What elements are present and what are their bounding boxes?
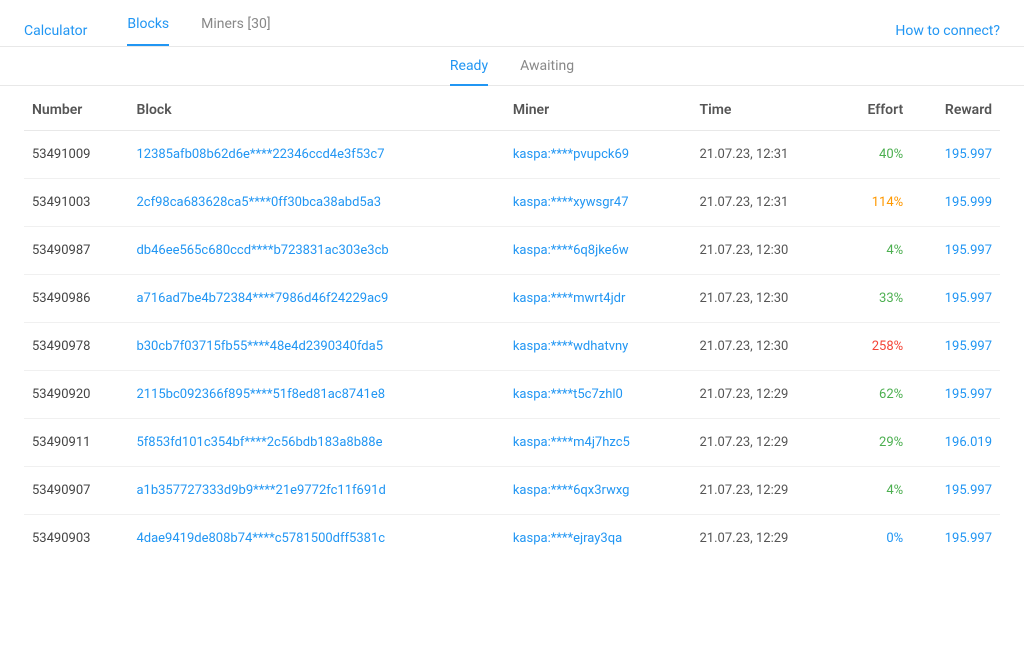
table-row: 53490903 4dae9419de808b74****c5781500dff… <box>24 515 1000 563</box>
cell-block-hash[interactable]: a716ad7be4b72384****7986d46f24229ac9 <box>128 275 504 323</box>
cell-effort: 258% <box>839 323 912 371</box>
secondary-tabs: Ready Awaiting <box>0 47 1024 86</box>
cell-miner[interactable]: kaspa:****6q8jke6w <box>505 227 692 275</box>
table-row: 53491009 12385afb08b62d6e****22346ccd4e3… <box>24 131 1000 179</box>
cell-block-hash[interactable]: 4dae9419de808b74****c5781500dff5381c <box>128 515 504 563</box>
cell-effort: 0% <box>839 515 912 563</box>
cell-reward: 196.019 <box>911 419 1000 467</box>
table-row: 53490987 db46ee565c680ccd****b723831ac30… <box>24 227 1000 275</box>
cell-number: 53491009 <box>24 131 128 179</box>
cell-reward: 195.997 <box>911 467 1000 515</box>
cell-block-hash[interactable]: b30cb7f03715fb55****48e4d2390340fda5 <box>128 323 504 371</box>
col-header-effort: Effort <box>839 86 912 131</box>
cell-reward: 195.997 <box>911 227 1000 275</box>
cell-time: 21.07.23, 12:29 <box>691 419 838 467</box>
cell-effort: 4% <box>839 467 912 515</box>
cell-number: 53490987 <box>24 227 128 275</box>
table-row: 53490978 b30cb7f03715fb55****48e4d239034… <box>24 323 1000 371</box>
blocks-table-container: Number Block Miner Time Effort Reward 53… <box>0 86 1024 562</box>
cell-effort: 40% <box>839 131 912 179</box>
how-to-connect-link[interactable]: How to connect? <box>895 23 1000 39</box>
cell-miner[interactable]: kaspa:****m4j7hzc5 <box>505 419 692 467</box>
cell-miner[interactable]: kaspa:****wdhatvny <box>505 323 692 371</box>
primary-tabs: Blocks Miners [30] <box>127 16 270 46</box>
cell-miner[interactable]: kaspa:****xywsgr47 <box>505 179 692 227</box>
cell-block-hash[interactable]: 12385afb08b62d6e****22346ccd4e3f53c7 <box>128 131 504 179</box>
tab-primary-miners[interactable]: Miners [30] <box>201 16 270 46</box>
cell-number: 53490907 <box>24 467 128 515</box>
col-header-time: Time <box>691 86 838 131</box>
cell-miner[interactable]: kaspa:****ejray3qa <box>505 515 692 563</box>
cell-number: 53490920 <box>24 371 128 419</box>
cell-number: 53491003 <box>24 179 128 227</box>
cell-reward: 195.997 <box>911 515 1000 563</box>
cell-block-hash[interactable]: a1b357727333d9b9****21e9772fc11f691d <box>128 467 504 515</box>
cell-time: 21.07.23, 12:29 <box>691 467 838 515</box>
cell-reward: 195.997 <box>911 131 1000 179</box>
cell-effort: 4% <box>839 227 912 275</box>
cell-effort: 62% <box>839 371 912 419</box>
cell-reward: 195.997 <box>911 371 1000 419</box>
cell-reward: 195.999 <box>911 179 1000 227</box>
cell-time: 21.07.23, 12:29 <box>691 515 838 563</box>
table-row: 53490911 5f853fd101c354bf****2c56bdb183a… <box>24 419 1000 467</box>
cell-block-hash[interactable]: 2115bc092366f895****51f8ed81ac8741e8 <box>128 371 504 419</box>
cell-miner[interactable]: kaspa:****t5c7zhl0 <box>505 371 692 419</box>
tab-primary-blocks[interactable]: Blocks <box>127 16 169 46</box>
blocks-table: Number Block Miner Time Effort Reward 53… <box>24 86 1000 562</box>
tab-secondary-ready[interactable]: Ready <box>450 48 488 86</box>
cell-number: 53490986 <box>24 275 128 323</box>
cell-miner[interactable]: kaspa:****pvupck69 <box>505 131 692 179</box>
cell-miner[interactable]: kaspa:****mwrt4jdr <box>505 275 692 323</box>
cell-reward: 195.997 <box>911 275 1000 323</box>
col-header-miner: Miner <box>505 86 692 131</box>
cell-miner[interactable]: kaspa:****6qx3rwxg <box>505 467 692 515</box>
table-row: 53491003 2cf98ca683628ca5****0ff30bca38a… <box>24 179 1000 227</box>
cell-effort: 114% <box>839 179 912 227</box>
tab-secondary-awaiting[interactable]: Awaiting <box>520 48 574 86</box>
col-header-reward: Reward <box>911 86 1000 131</box>
cell-reward: 195.997 <box>911 323 1000 371</box>
cell-time: 21.07.23, 12:30 <box>691 275 838 323</box>
col-header-block: Block <box>128 86 504 131</box>
calculator-link[interactable]: Calculator <box>24 23 87 39</box>
cell-number: 53490978 <box>24 323 128 371</box>
cell-time: 21.07.23, 12:29 <box>691 371 838 419</box>
cell-effort: 33% <box>839 275 912 323</box>
cell-effort: 29% <box>839 419 912 467</box>
cell-time: 21.07.23, 12:31 <box>691 131 838 179</box>
table-row: 53490986 a716ad7be4b72384****7986d46f242… <box>24 275 1000 323</box>
table-row: 53490920 2115bc092366f895****51f8ed81ac8… <box>24 371 1000 419</box>
cell-block-hash[interactable]: 5f853fd101c354bf****2c56bdb183a8b88e <box>128 419 504 467</box>
cell-number: 53490903 <box>24 515 128 563</box>
cell-number: 53490911 <box>24 419 128 467</box>
cell-time: 21.07.23, 12:30 <box>691 323 838 371</box>
cell-time: 21.07.23, 12:30 <box>691 227 838 275</box>
cell-time: 21.07.23, 12:31 <box>691 179 838 227</box>
cell-block-hash[interactable]: 2cf98ca683628ca5****0ff30bca38abd5a3 <box>128 179 504 227</box>
col-header-number: Number <box>24 86 128 131</box>
table-row: 53490907 a1b357727333d9b9****21e9772fc11… <box>24 467 1000 515</box>
cell-block-hash[interactable]: db46ee565c680ccd****b723831ac303e3cb <box>128 227 504 275</box>
